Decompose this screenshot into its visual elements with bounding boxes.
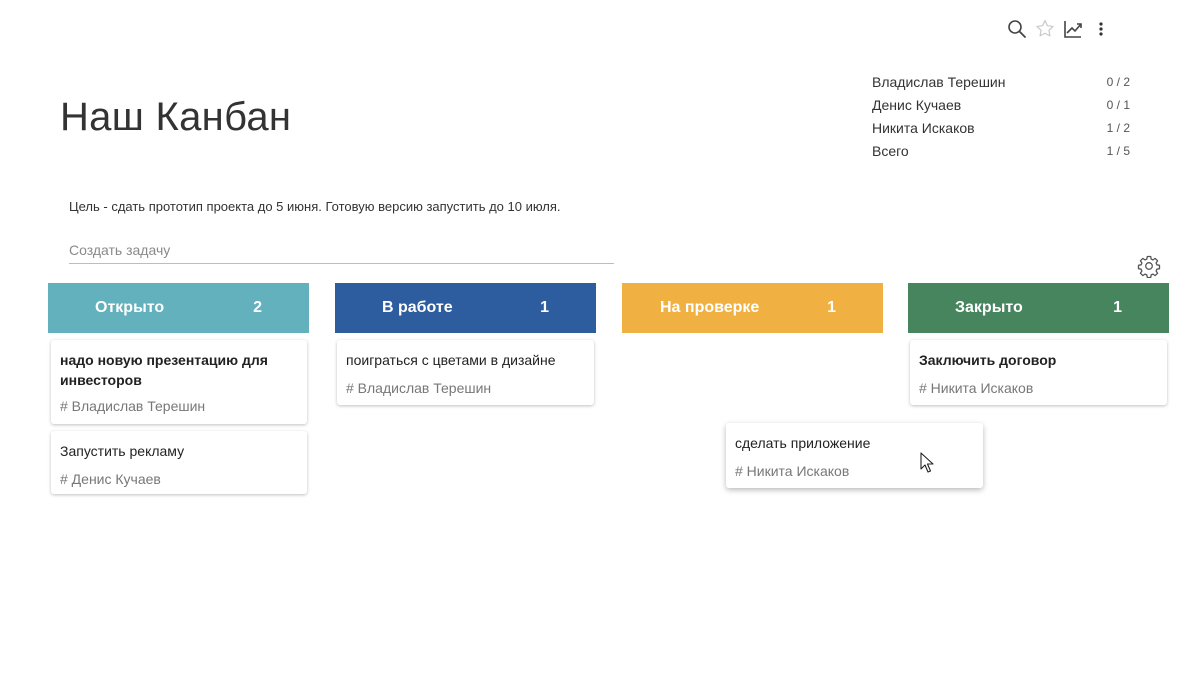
stat-row: Никита Искаков 1 / 2 bbox=[872, 116, 1130, 139]
mouse-cursor-icon bbox=[920, 452, 936, 479]
progress-stats: Владислав Терешин 0 / 2 Денис Кучаев 0 /… bbox=[872, 70, 1130, 162]
stat-row: Денис Кучаев 0 / 1 bbox=[872, 93, 1130, 116]
task-card[interactable]: Запустить рекламу # Денис Кучаев bbox=[51, 431, 307, 494]
board-toolbar bbox=[1005, 17, 1117, 41]
column-header-open[interactable]: Открыто 2 bbox=[48, 283, 309, 333]
card-assignee: # Денис Кучаев bbox=[60, 471, 161, 487]
stat-value: 0 / 2 bbox=[1106, 74, 1130, 89]
stat-row: Владислав Терешин 0 / 2 bbox=[872, 70, 1130, 93]
card-assignee: # Владислав Терешин bbox=[60, 398, 206, 414]
card-title: сделать приложение bbox=[735, 435, 871, 451]
column-title: Закрыто bbox=[955, 299, 1023, 316]
star-icon[interactable] bbox=[1033, 17, 1057, 41]
column-header-closed[interactable]: Закрыто 1 bbox=[908, 283, 1169, 333]
create-task-input[interactable] bbox=[69, 236, 614, 263]
stat-name: Всего bbox=[872, 142, 909, 159]
stat-name: Денис Кучаев bbox=[872, 96, 962, 113]
stat-row-total: Всего 1 / 5 bbox=[872, 139, 1130, 162]
column-count: 1 bbox=[540, 299, 549, 316]
stat-value: 1 / 5 bbox=[1106, 143, 1130, 158]
chart-icon[interactable] bbox=[1061, 17, 1085, 41]
more-vert-icon[interactable] bbox=[1089, 17, 1113, 41]
stat-value: 1 / 2 bbox=[1106, 120, 1130, 135]
column-title: Открыто bbox=[95, 299, 165, 316]
task-card[interactable]: надо новую презентацию для инвесторов # … bbox=[51, 340, 307, 424]
card-assignee: # Никита Искаков bbox=[735, 463, 850, 479]
column-header-in-progress[interactable]: В работе 1 bbox=[335, 283, 596, 333]
search-icon[interactable] bbox=[1005, 17, 1029, 41]
gear-icon[interactable] bbox=[1137, 254, 1161, 279]
card-title: поиграться с цветами в дизайне bbox=[346, 352, 556, 368]
board-goal: Цель - сдать прототип проекта до 5 июня.… bbox=[69, 199, 561, 214]
card-title: Заключить договор bbox=[919, 352, 1057, 368]
column-count: 1 bbox=[827, 299, 836, 316]
task-card[interactable]: поиграться с цветами в дизайне # Владисл… bbox=[337, 340, 594, 405]
stat-value: 0 / 1 bbox=[1106, 97, 1130, 112]
card-assignee: # Никита Искаков bbox=[919, 380, 1034, 396]
create-task-field bbox=[69, 236, 614, 264]
board-title: Наш Канбан bbox=[60, 95, 292, 139]
stat-name: Владислав Терешин bbox=[872, 73, 1006, 90]
stat-name: Никита Искаков bbox=[872, 119, 975, 136]
card-title: надо новую презентацию для инвесторов bbox=[60, 352, 268, 388]
dragging-task-card[interactable]: сделать приложение # Никита Искаков bbox=[726, 423, 983, 488]
column-title: На проверке bbox=[660, 299, 760, 316]
task-card[interactable]: Заключить договор # Никита Искаков bbox=[910, 340, 1167, 405]
column-count: 2 bbox=[253, 299, 262, 316]
card-title: Запустить рекламу bbox=[60, 443, 185, 459]
column-count: 1 bbox=[1113, 299, 1122, 316]
column-title: В работе bbox=[382, 299, 453, 316]
card-assignee: # Владислав Терешин bbox=[346, 380, 492, 396]
column-header-review[interactable]: На проверке 1 bbox=[622, 283, 883, 333]
